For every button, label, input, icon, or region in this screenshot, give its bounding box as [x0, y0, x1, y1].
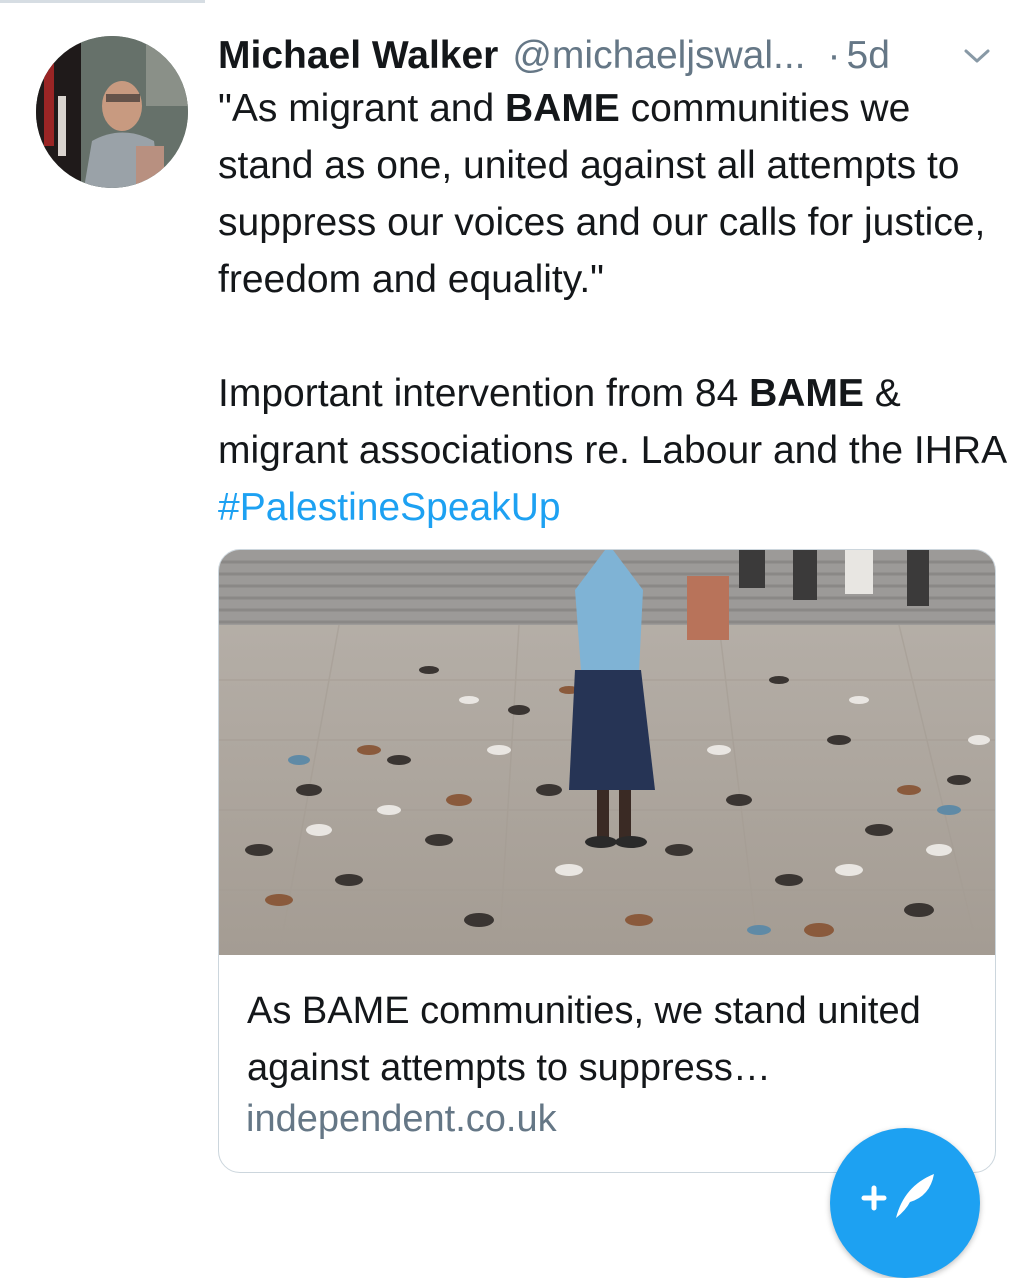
tweet-body: "As migrant and BAME communities we stan… [218, 80, 1008, 536]
compose-tweet-button[interactable] [830, 1128, 980, 1278]
tweet-text-bold: BAME [749, 372, 864, 415]
card-domain[interactable]: independent.co.uk [246, 1098, 557, 1141]
tweet-paragraph-comment: Important intervention from 84 BAME & mi… [218, 365, 1008, 536]
tweet-text-segment: "As migrant and [218, 87, 505, 130]
tweet-header: Michael Walker @michaeljswal... · 5d [218, 28, 998, 84]
header-separator: · [827, 34, 841, 77]
top-divider [0, 0, 205, 3]
hashtag-link[interactable]: #PalestineSpeakUp [218, 486, 561, 529]
tweet-text-bold: BAME [504, 87, 620, 130]
tweet-paragraph-quote: "As migrant and BAME communities we stan… [218, 80, 1008, 308]
card-title[interactable]: As BAME communities, we stand united aga… [247, 983, 977, 1097]
avatar[interactable] [36, 36, 188, 188]
tweet-text-segment: Important intervention from 84 [218, 372, 750, 415]
author-name[interactable]: Michael Walker [218, 34, 498, 78]
author-handle[interactable]: @michaeljswal... [512, 34, 805, 78]
link-card[interactable]: As BAME communities, we stand united aga… [218, 549, 996, 1173]
chevron-down-icon[interactable] [962, 46, 992, 66]
tweet-timestamp[interactable]: 5d [847, 34, 890, 78]
compose-tweet-icon [861, 1174, 934, 1218]
card-image[interactable] [219, 550, 995, 955]
